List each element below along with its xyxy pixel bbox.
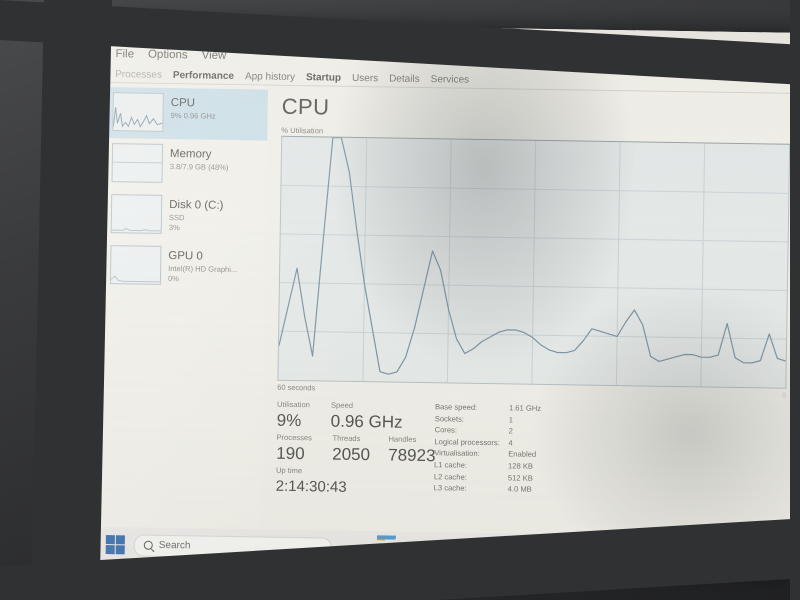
- stat-uptime-value: 2:14:30:43: [275, 477, 347, 496]
- menu-item-options[interactable]: Options: [148, 49, 188, 62]
- stat-handles-label: Handles: [388, 434, 417, 444]
- start-icon-tile: [105, 545, 115, 555]
- start-icon-tile: [115, 545, 125, 555]
- start-icon[interactable]: [105, 535, 125, 555]
- stat-speed-value: 0.96 GHz: [330, 411, 403, 432]
- sidebar-item-disk-sub2: 3%: [168, 222, 180, 232]
- spec-value: 1.61 GHz: [508, 403, 542, 413]
- sidebar-item-cpu-sub: 9% 0.96 GHz: [170, 111, 216, 121]
- search-icon: [143, 540, 153, 550]
- screen-content: Task Manager File Options View Processes…: [97, 22, 800, 573]
- stat-speed: Speed 0.96 GHz: [331, 400, 403, 434]
- bezel-right: [790, 0, 800, 600]
- sidebar-item-cpu-text: CPU 9% 0.96 GHz: [170, 93, 216, 121]
- stat-utilisation-value: 9%: [276, 410, 302, 431]
- window-body: CPU 9% 0.96 GHz Memory 3.8/7.9 GB (48%) …: [98, 82, 800, 538]
- tab-services[interactable]: Services: [431, 74, 470, 88]
- sidebar-item-gpu-sub2: 0%: [167, 273, 180, 283]
- stat-utilisation: Utilisation 9%: [277, 399, 322, 433]
- photo-of-laptop-screen: Task Manager File Options View Processes…: [0, 0, 800, 600]
- sidebar-item-memory-label: Memory: [169, 148, 212, 161]
- spec-row: L3 cache: 4.0 MB: [434, 482, 568, 496]
- start-icon-tile: [105, 535, 115, 544]
- stat-handles-value: 78923: [388, 445, 436, 466]
- tab-users[interactable]: Users: [352, 73, 378, 86]
- stat-threads-label: Threads: [332, 433, 361, 444]
- stat-processes-label: Processes: [276, 432, 313, 443]
- sidebar-item-disk-text: Disk 0 (C:) SSD 3%: [169, 195, 224, 233]
- search-placeholder: Search: [158, 539, 191, 552]
- memory-mini-graph-icon: [111, 143, 164, 183]
- stat-processes-value: 190: [276, 443, 305, 464]
- spec-value: 2: [508, 426, 513, 436]
- stat-uptime: Up time 2:14:30:43: [276, 465, 426, 500]
- cpu-utilisation-chart-svg: [278, 137, 789, 387]
- stat-processes: Processes 190: [276, 432, 323, 466]
- stat-handles: Handles 78923: [388, 433, 436, 467]
- sidebar-item-gpu-text: GPU 0 Intel(R) HD Graphi... 0%: [168, 246, 238, 284]
- sidebar-item-disk-label: Disk 0 (C:): [169, 199, 224, 212]
- spec-value: 4: [508, 438, 513, 448]
- sidebar-item-cpu-label: CPU: [170, 97, 196, 110]
- start-icon-tile: [116, 535, 125, 545]
- tab-processes[interactable]: Processes: [115, 69, 162, 83]
- chart-x-axis-left-label: 60 seconds: [277, 382, 316, 393]
- disk-mini-graph-icon: [110, 194, 163, 234]
- page-title: CPU: [281, 93, 330, 120]
- gpu-mini-graph-icon: [109, 245, 162, 285]
- stats-area: Utilisation 9% Speed 0.96 GHz Processes …: [276, 399, 786, 506]
- stat-threads: Threads 2050: [332, 433, 379, 467]
- cpu-spec-list: Base speed: 1.61 GHz Sockets: 1 Cores: 2: [434, 401, 570, 502]
- stats-left-column: Utilisation 9% Speed 0.96 GHz Processes …: [276, 399, 436, 500]
- task-manager-window: Task Manager File Options View Processes…: [98, 22, 800, 546]
- chart-x-axis-right-label: 0: [782, 390, 787, 400]
- cpu-mini-graph-icon: [112, 92, 164, 132]
- cpu-detail-panel: CPU % Utilisation 60 seconds 0 Utilisati…: [261, 86, 800, 538]
- tab-details[interactable]: Details: [389, 73, 420, 86]
- sidebar-item-memory-text: Memory 3.8/7.9 GB (48%): [170, 144, 229, 173]
- tab-startup[interactable]: Startup: [306, 72, 341, 86]
- stats-row-secondary: Processes 190 Threads 2050 Handles 78923: [276, 432, 436, 467]
- spec-value: 4.0 MB: [507, 484, 532, 494]
- bezel-left: [31, 0, 112, 600]
- stat-utilisation-label: Utilisation: [276, 399, 311, 410]
- sidebar-item-gpu[interactable]: GPU 0 Intel(R) HD Graphi... 0%: [102, 240, 266, 294]
- menu-item-file[interactable]: File: [115, 48, 134, 60]
- sidebar-item-memory[interactable]: Memory 3.8/7.9 GB (48%): [103, 138, 267, 192]
- resource-sidebar: CPU 9% 0.96 GHz Memory 3.8/7.9 GB (48%) …: [98, 82, 269, 530]
- spec-value: 512 KB: [507, 472, 533, 483]
- sidebar-item-disk[interactable]: Disk 0 (C:) SSD 3%: [103, 189, 267, 243]
- sidebar-item-gpu-label: GPU 0: [168, 250, 203, 263]
- tab-app-history[interactable]: App history: [245, 71, 295, 85]
- cpu-utilisation-chart: [277, 135, 791, 389]
- stat-threads-value: 2050: [332, 444, 371, 465]
- sidebar-item-cpu[interactable]: CPU 9% 0.96 GHz: [104, 86, 268, 141]
- sidebar-item-memory-sub: 3.8/7.9 GB (48%): [169, 162, 229, 172]
- spec-value: 1: [508, 414, 514, 425]
- spec-value: Enabled: [508, 449, 537, 460]
- stats-row-primary: Utilisation 9% Speed 0.96 GHz: [277, 399, 427, 434]
- spec-value: 128 KB: [508, 461, 534, 471]
- tab-performance[interactable]: Performance: [173, 70, 234, 84]
- spec-key: L3 cache:: [433, 483, 467, 493]
